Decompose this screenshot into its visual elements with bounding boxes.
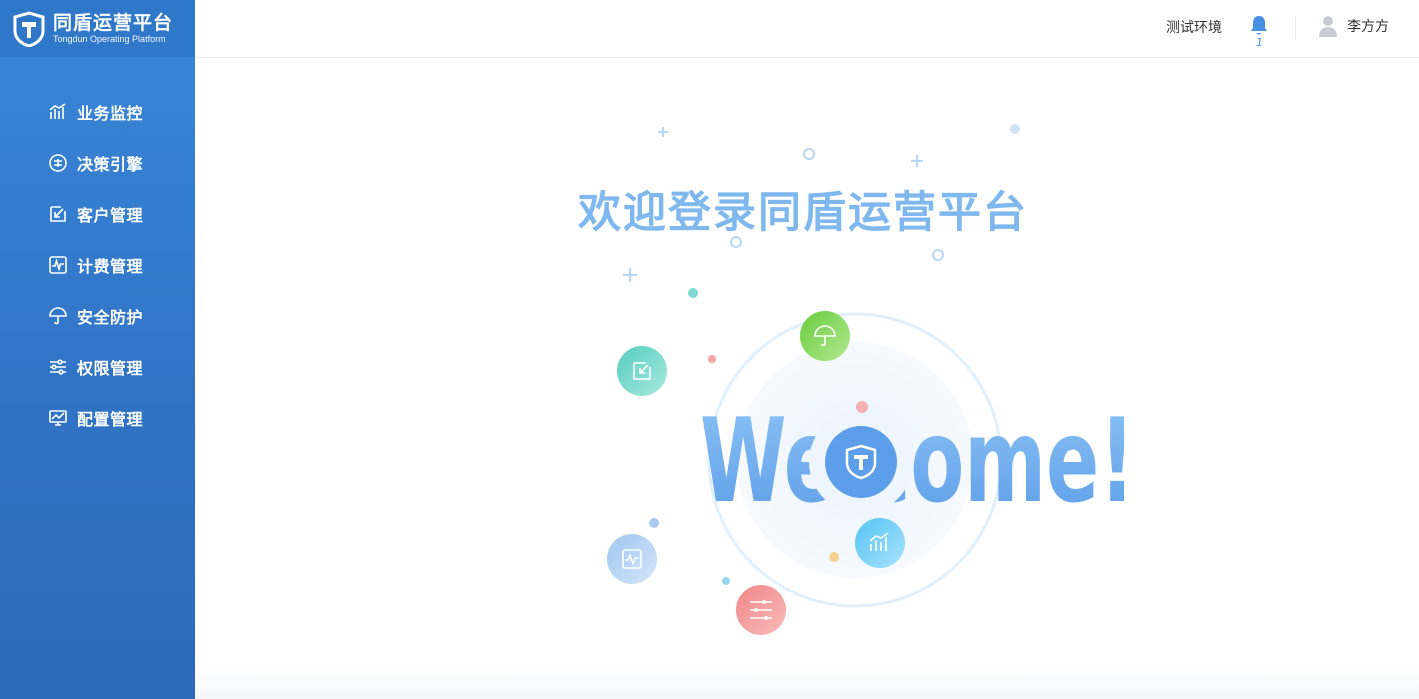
welcome-title: 欢迎登录同盾运营平台 <box>578 188 1028 238</box>
orbit-customer-icon <box>617 346 667 396</box>
billing-pulse-icon <box>49 255 67 274</box>
logo[interactable]: 同盾运营平台 Tongdun Operating Platform <box>0 0 195 57</box>
sidebar-item-decision-engine[interactable]: 决策引擎 <box>0 137 195 188</box>
sidebar-item-billing[interactable]: 计费管理 <box>0 239 195 290</box>
orbit-billing-icon <box>607 534 657 584</box>
bottom-fade <box>195 669 1419 699</box>
sidebar-item-label: 决策引擎 <box>77 154 144 174</box>
sliders-icon <box>50 358 66 375</box>
monitor-icon <box>49 409 67 426</box>
notification-button[interactable]: 1 <box>1248 14 1272 49</box>
sidebar: 同盾运营平台 Tongdun Operating Platform 业务监控 决… <box>0 0 195 699</box>
sidebar-item-permission[interactable]: 权限管理 <box>0 341 195 392</box>
sidebar-item-label: 计费管理 <box>77 256 144 276</box>
user-menu[interactable]: 李方方 <box>1317 14 1389 38</box>
orbit-sliders-icon <box>736 585 786 635</box>
sidebar-item-label: 客户管理 <box>77 205 144 225</box>
user-name: 李方方 <box>1347 19 1389 35</box>
welcome-illustration: Welcome! <box>607 288 1135 635</box>
app-title: 同盾运营平台 <box>53 12 174 34</box>
sidebar-item-config[interactable]: 配置管理 <box>0 392 195 443</box>
welcome-word: Welcome! <box>700 394 1135 529</box>
environment-label[interactable]: 测试环境 <box>1166 17 1222 37</box>
app-subtitle: Tongdun Operating Platform <box>53 34 166 44</box>
sidebar-item-business-monitor[interactable]: 业务监控 <box>0 86 195 137</box>
umbrella-icon <box>49 306 67 324</box>
customer-arrow-icon <box>50 205 66 222</box>
shield-logo-icon <box>13 10 45 47</box>
sidebar-item-label: 业务监控 <box>77 103 144 123</box>
sidebar-menu: 业务监控 决策引擎 客户管理 计费管理 安全防护 权限管理 配置管理 <box>0 86 195 443</box>
decision-circle-icon <box>49 153 67 172</box>
top-header: 测试环境 1 李方方 <box>195 0 1419 58</box>
orbit-chart-icon <box>855 518 905 568</box>
sidebar-item-label: 配置管理 <box>77 409 144 429</box>
sidebar-item-security[interactable]: 安全防护 <box>0 290 195 341</box>
main-content: 欢迎登录同盾运营平台 Welcome! <box>195 58 1419 699</box>
sidebar-item-label: 权限管理 <box>77 358 144 378</box>
chart-bars-icon <box>49 102 66 119</box>
orbit-umbrella-icon <box>800 311 850 361</box>
header-divider <box>1295 16 1296 40</box>
sidebar-item-label: 安全防护 <box>77 307 144 327</box>
bell-icon <box>1251 16 1267 35</box>
avatar-icon <box>1319 16 1337 37</box>
app-root: 同盾运营平台 Tongdun Operating Platform 业务监控 决… <box>0 0 1419 699</box>
sidebar-item-customer[interactable]: 客户管理 <box>0 188 195 239</box>
notification-count: 1 <box>1256 36 1263 49</box>
